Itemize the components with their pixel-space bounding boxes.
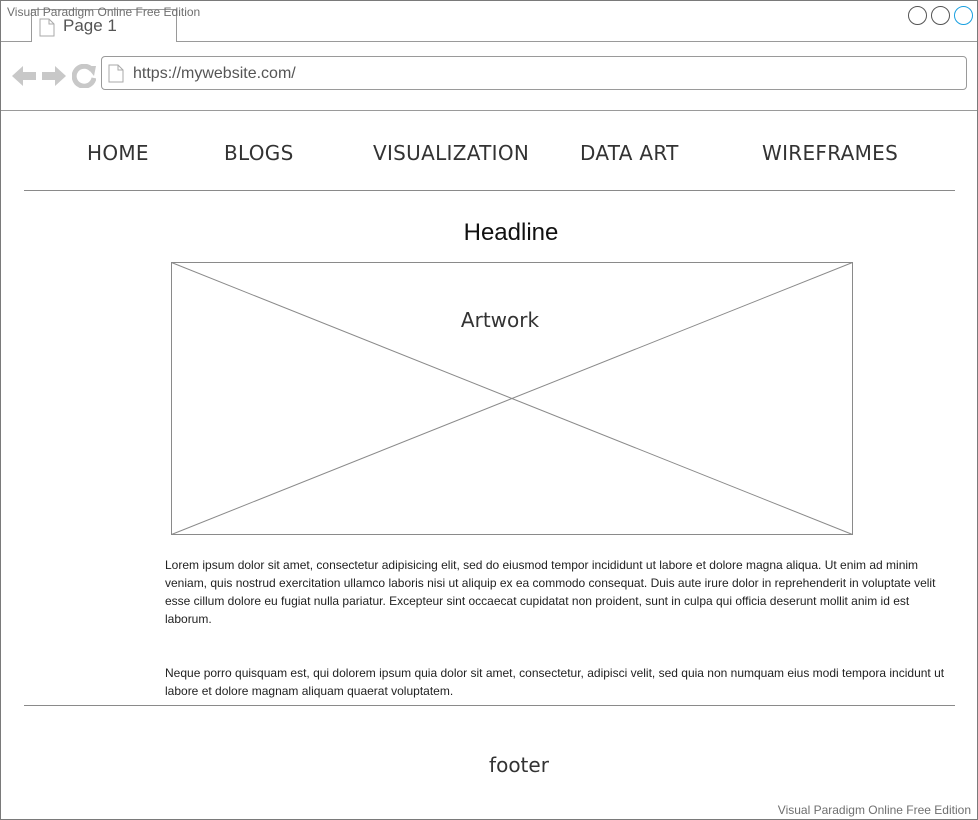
footer-divider — [24, 705, 955, 706]
artwork-label: Artwork — [460, 308, 540, 332]
page-headline: Headline — [463, 219, 559, 246]
body-paragraph: Neque porro quisquam est, qui dolorem ip… — [165, 666, 945, 698]
watermark-top: Visual Paradigm Online Free Edition — [7, 5, 201, 19]
header-divider — [24, 190, 955, 191]
tab-label: Page 1 — [63, 16, 117, 35]
navigation-buttons — [11, 63, 97, 89]
footer-text: footer — [489, 753, 549, 777]
forward-arrow-icon[interactable] — [41, 63, 67, 89]
close-button[interactable] — [954, 6, 973, 25]
minimize-button[interactable] — [908, 6, 927, 25]
document-icon — [39, 18, 55, 42]
nav-item-wireframes[interactable]: WIREFRAMES — [762, 141, 898, 165]
nav-item-data-art[interactable]: DATA ART — [580, 141, 679, 165]
site-navigation: HOME BLOGS VISUALIZATION DATA ART WIREFR… — [1, 111, 977, 191]
maximize-button[interactable] — [931, 6, 950, 25]
address-bar[interactable]: https://mywebsite.com/ — [101, 56, 967, 90]
back-arrow-icon[interactable] — [11, 63, 37, 89]
nav-item-home[interactable]: HOME — [87, 141, 149, 165]
nav-item-blogs[interactable]: BLOGS — [224, 141, 294, 165]
browser-window: Page 1 https://mywebsite.com/ HOME BLOGS… — [0, 0, 978, 820]
refresh-icon[interactable] — [71, 63, 97, 89]
watermark-bottom: Visual Paradigm Online Free Edition — [777, 803, 971, 817]
document-icon — [108, 64, 124, 88]
address-toolbar: https://mywebsite.com/ — [1, 42, 977, 111]
window-controls — [908, 6, 973, 25]
artwork-image-placeholder: Artwork — [171, 262, 853, 535]
body-paragraph: Lorem ipsum dolor sit amet, consectetur … — [165, 558, 936, 626]
url-text: https://mywebsite.com/ — [133, 65, 296, 82]
nav-item-visualization[interactable]: VISUALIZATION — [373, 141, 529, 165]
